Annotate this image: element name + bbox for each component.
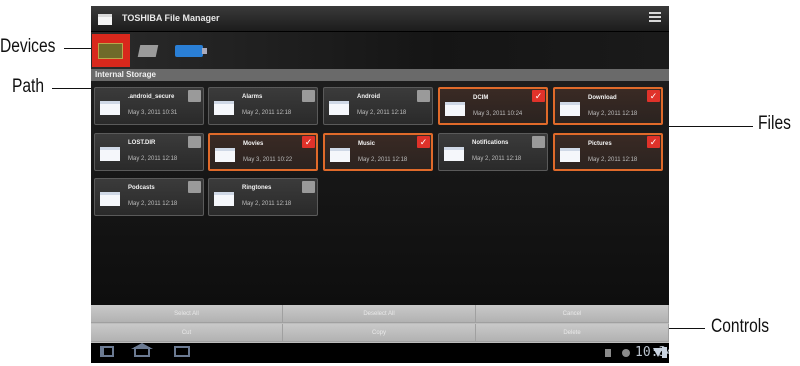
file-name: Notifications: [472, 140, 509, 146]
title-bar: TOSHIBA File Manager: [91, 6, 669, 32]
copy-button[interactable]: Copy: [283, 324, 476, 342]
file-date: May 2, 2011 12:18: [358, 157, 408, 163]
folder-icon: [100, 147, 120, 161]
file-tile[interactable]: Podcasts May 2, 2011 12:18: [94, 178, 204, 216]
select-all-button[interactable]: Select All: [91, 305, 283, 323]
checkbox-icon[interactable]: [532, 136, 545, 148]
file-name: Download: [588, 95, 617, 101]
files-callout-label: Files: [758, 113, 791, 134]
checkbox-icon[interactable]: ✓: [647, 90, 660, 102]
file-date: May 3, 2011 10:22: [243, 157, 293, 163]
folder-icon: [560, 102, 580, 116]
notification-icon[interactable]: [605, 349, 611, 357]
folder-icon: [215, 148, 235, 162]
checkbox-icon[interactable]: [188, 136, 201, 148]
deselect-all-button[interactable]: Deselect All: [283, 305, 476, 323]
files-callout-line: [669, 126, 753, 127]
file-tile[interactable]: Movies May 3, 2011 10:22 ✓: [208, 133, 318, 171]
file-date: May 2, 2011 12:18: [588, 157, 638, 163]
file-date: May 2, 2011 12:18: [472, 156, 522, 162]
controls-callout-line: [669, 328, 705, 329]
folder-icon: [330, 148, 350, 162]
file-date: May 3, 2011 10:31: [128, 110, 178, 116]
file-tile[interactable]: Pictures May 2, 2011 12:18 ✓: [553, 133, 663, 171]
menu-icon[interactable]: [649, 12, 661, 25]
file-date: May 2, 2011 12:18: [242, 110, 292, 116]
recent-apps-icon[interactable]: [174, 346, 190, 357]
checkbox-icon[interactable]: [302, 181, 315, 193]
path-callout-line: [52, 88, 91, 89]
file-name: Pictures: [588, 141, 612, 147]
app-folder-icon: [98, 14, 112, 25]
folder-icon: [445, 102, 465, 116]
app-title: TOSHIBA File Manager: [122, 13, 220, 23]
file-tile[interactable]: Music May 2, 2011 12:18 ✓: [323, 133, 433, 171]
file-date: May 2, 2011 12:18: [357, 110, 407, 116]
file-date: May 2, 2011 12:18: [128, 156, 178, 162]
delete-button[interactable]: Delete: [476, 324, 669, 342]
folder-icon: [329, 101, 349, 115]
file-name: DCIM: [473, 95, 489, 101]
folder-icon: [214, 101, 234, 115]
folder-icon: [560, 148, 580, 162]
folder-icon: [444, 147, 464, 161]
file-tile[interactable]: Download May 2, 2011 12:18 ✓: [553, 87, 663, 125]
file-tile[interactable]: Notifications May 2, 2011 12:18: [438, 133, 548, 171]
battery-icon: [662, 347, 667, 358]
devices-callout-label: Devices: [0, 36, 56, 57]
system-nav-bar: 10:34: [91, 343, 669, 363]
file-tile[interactable]: .android_secure May 3, 2011 10:31: [94, 87, 204, 125]
file-tile[interactable]: Alarms May 2, 2011 12:18: [208, 87, 318, 125]
file-name: Android: [357, 94, 380, 100]
file-name: Alarms: [242, 94, 263, 100]
file-tile[interactable]: LOST.DIR May 2, 2011 12:18: [94, 133, 204, 171]
device-bar: [91, 32, 669, 69]
devices-callout-line: [64, 48, 91, 49]
file-date: May 2, 2011 12:18: [588, 111, 638, 117]
file-name: Ringtones: [242, 185, 272, 191]
sync-icon: [622, 349, 630, 357]
folder-icon: [214, 192, 234, 206]
sd-card-icon[interactable]: [137, 34, 160, 67]
file-tile[interactable]: DCIM May 3, 2011 10:24 ✓: [438, 87, 548, 125]
checkbox-icon[interactable]: [302, 90, 315, 102]
checkbox-icon[interactable]: [188, 181, 201, 193]
internal-storage-icon[interactable]: [92, 34, 130, 67]
path-bar: Internal Storage: [91, 69, 669, 81]
checkbox-icon[interactable]: ✓: [532, 90, 545, 102]
path-label: Internal Storage: [95, 70, 156, 79]
file-date: May 2, 2011 12:18: [242, 201, 292, 207]
folder-icon: [100, 101, 120, 115]
file-name: Movies: [243, 141, 264, 147]
file-date: May 2, 2011 12:18: [128, 201, 178, 207]
file-tile[interactable]: Android May 2, 2011 12:18: [323, 87, 433, 125]
checkbox-icon[interactable]: [417, 90, 430, 102]
cancel-button[interactable]: Cancel: [476, 305, 669, 323]
controls-callout-label: Controls: [711, 316, 770, 337]
checkbox-icon[interactable]: [188, 90, 201, 102]
cut-button[interactable]: Cut: [91, 324, 283, 342]
checkbox-icon[interactable]: ✓: [417, 136, 430, 148]
path-callout-label: Path: [12, 76, 45, 97]
file-name: Podcasts: [128, 185, 155, 191]
back-icon[interactable]: [100, 346, 114, 357]
checkbox-icon[interactable]: ✓: [302, 136, 315, 148]
controls-bar: Select All Deselect All Cancel Cut Copy …: [91, 305, 669, 343]
folder-icon: [100, 192, 120, 206]
file-name: .android_secure: [128, 94, 175, 100]
file-name: Music: [358, 141, 376, 147]
home-icon[interactable]: [134, 347, 150, 357]
checkbox-icon[interactable]: ✓: [647, 136, 660, 148]
file-name: LOST.DIR: [128, 140, 156, 146]
tablet-screen: TOSHIBA File Manager Internal Storage .a…: [91, 6, 669, 363]
usb-drive-icon[interactable]: [175, 34, 207, 67]
file-grid: .android_secure May 3, 2011 10:31 Alarms Ma…: [91, 81, 669, 305]
file-date: May 3, 2011 10:24: [473, 111, 523, 117]
file-tile[interactable]: Ringtones May 2, 2011 12:18: [208, 178, 318, 216]
